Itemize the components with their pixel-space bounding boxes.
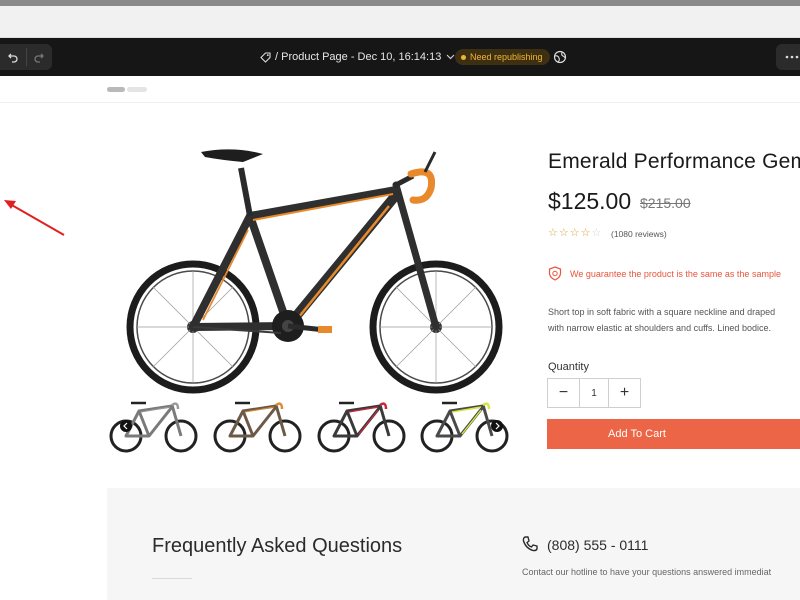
quantity-increase-button[interactable]: + bbox=[609, 379, 640, 407]
quantity-input[interactable]: 1 bbox=[579, 379, 609, 407]
thumbnail-3[interactable] bbox=[314, 397, 408, 459]
browser-bar bbox=[0, 6, 800, 38]
original-price: $215.00 bbox=[640, 195, 691, 211]
hotline-text: Contact our hotline to have your questio… bbox=[522, 567, 772, 577]
thumb-nav-prev-icon bbox=[120, 420, 132, 432]
page-selector[interactable]: / Product Page - Dec 10, 16:14:13 bbox=[260, 38, 455, 76]
star-icon: ☆ bbox=[591, 227, 602, 239]
quantity-decrease-button[interactable]: − bbox=[548, 379, 579, 407]
faq-title: Frequently Asked Questions bbox=[152, 535, 403, 557]
divider bbox=[152, 578, 192, 579]
guarantee-text: We guarantee the product is the same as … bbox=[570, 269, 781, 279]
status-badge: Need republishing bbox=[455, 49, 550, 65]
quantity-stepper: − 1 + bbox=[547, 378, 641, 408]
product-thumbnails bbox=[106, 397, 510, 459]
phone-number[interactable]: (808) 555 - 0111 bbox=[547, 537, 648, 553]
more-icon[interactable] bbox=[776, 44, 800, 70]
tag-icon bbox=[260, 51, 271, 63]
indicator-inactive bbox=[127, 87, 147, 92]
annotation-arrow-icon bbox=[4, 200, 65, 236]
thumb-nav-next-icon bbox=[491, 420, 503, 432]
status-badge-label: Need republishing bbox=[470, 52, 543, 62]
add-to-cart-button[interactable]: Add To Cart bbox=[547, 419, 800, 449]
product-main-image[interactable] bbox=[113, 140, 508, 395]
editor-toolbar: / Product Page - Dec 10, 16:14:13 Need r… bbox=[0, 38, 800, 76]
chevron-down-icon bbox=[446, 54, 455, 60]
star-icon: ☆ bbox=[569, 227, 580, 239]
page-label: / Product Page - Dec 10, 16:14:13 bbox=[275, 51, 442, 63]
history-controls bbox=[0, 44, 52, 70]
thumbnail-2[interactable] bbox=[210, 397, 304, 459]
product-title: Emerald Performance Gem bbox=[548, 150, 800, 173]
product-price: $125.00 bbox=[548, 188, 632, 214]
rating-stars: ☆ ☆ ☆ ☆ ☆ bbox=[548, 228, 601, 239]
shield-icon bbox=[548, 266, 562, 281]
undo-icon[interactable] bbox=[0, 44, 26, 70]
globe-icon[interactable] bbox=[553, 50, 567, 64]
star-icon: ☆ bbox=[548, 227, 558, 239]
status-dot bbox=[461, 54, 466, 60]
indicator-active bbox=[107, 87, 125, 92]
review-count[interactable]: (1080 reviews) bbox=[611, 229, 667, 239]
divider bbox=[0, 102, 800, 103]
screenshot-root: / Product Page - Dec 10, 16:14:13 Need r… bbox=[0, 0, 800, 600]
phone-icon bbox=[522, 536, 538, 552]
thumbnail-4[interactable] bbox=[417, 397, 511, 459]
star-icon: ☆ bbox=[558, 227, 569, 239]
quantity-label: Quantity bbox=[548, 361, 589, 373]
star-icon: ☆ bbox=[580, 227, 591, 239]
canvas-section-indicator bbox=[107, 87, 147, 92]
product-description: Short top in soft fabric with a square n… bbox=[548, 307, 776, 333]
redo-icon[interactable] bbox=[27, 44, 53, 70]
thumbnail-1[interactable] bbox=[106, 397, 200, 459]
